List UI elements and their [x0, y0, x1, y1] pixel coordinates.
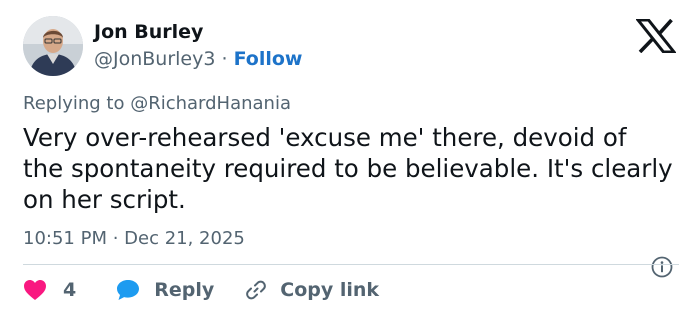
speech-bubble-icon — [117, 280, 140, 300]
tweet-text: Very over-rehearsed 'excuse me' there, d… — [23, 123, 673, 214]
tweet-actions: 4 Reply Copy link — [23, 276, 379, 304]
author-display-name[interactable]: Jon Burley — [94, 20, 203, 44]
tweet-timestamp[interactable]: 10:51 PM · Dec 21, 2025 — [23, 227, 245, 251]
reply-context: Replying to @RichardHanania — [23, 92, 291, 116]
heart-icon — [24, 280, 46, 300]
divider — [23, 264, 679, 265]
like-count: 4 — [63, 279, 77, 301]
author-handle-line: @JonBurley3 · Follow — [94, 47, 303, 71]
reply-label: Reply — [154, 279, 215, 301]
reply-context-mention[interactable]: @RichardHanania — [130, 93, 291, 114]
tweet-card: Jon Burley @JonBurley3 · Follow Replying… — [0, 0, 700, 318]
reply-context-prefix: Replying to — [23, 93, 131, 114]
copy-link-button[interactable]: Copy link — [244, 278, 379, 302]
x-logo-icon[interactable] — [636, 19, 676, 53]
copy-link-label: Copy link — [280, 279, 380, 301]
like-button[interactable]: 4 — [23, 279, 76, 301]
link-icon — [246, 280, 267, 300]
info-icon[interactable] — [651, 256, 673, 278]
follow-button[interactable]: Follow — [234, 48, 303, 70]
handle-separator: · — [215, 48, 234, 70]
reply-button[interactable]: Reply — [116, 279, 214, 301]
author-handle[interactable]: @JonBurley3 — [94, 48, 215, 70]
avatar[interactable] — [23, 16, 83, 76]
avatar-image — [23, 16, 83, 76]
